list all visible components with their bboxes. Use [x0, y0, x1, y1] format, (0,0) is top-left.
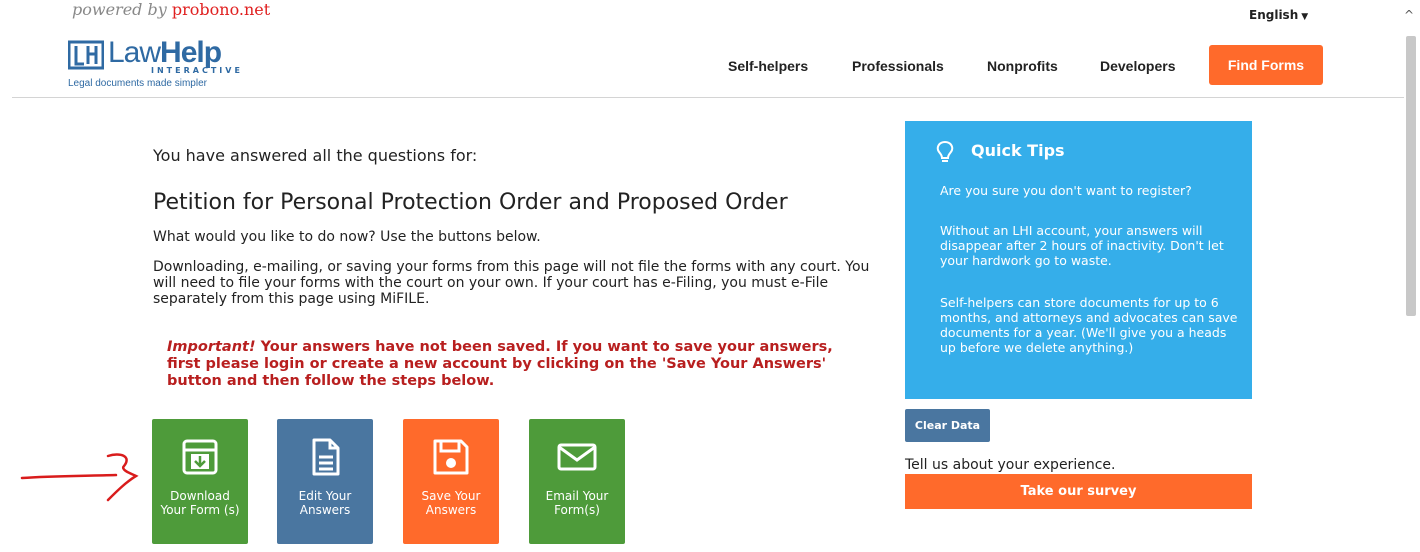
email-forms-label: Email Your Form(s) — [545, 489, 609, 517]
important-warning: Important! Your answers have not been sa… — [167, 339, 857, 390]
disclaimer-text: Downloading, e-mailing, or saving your f… — [153, 259, 870, 307]
logo-law: Law — [108, 36, 161, 69]
download-form-button[interactable]: Download Your Form (s) — [152, 419, 248, 544]
scrollbar-thumb[interactable] — [1406, 36, 1416, 316]
important-label: Important! — [167, 339, 256, 355]
red-arrow-annotation — [20, 453, 139, 502]
tip-register: Are you sure you don't want to register? — [940, 183, 1192, 198]
logo-mark-icon — [68, 40, 104, 70]
nav-professionals[interactable]: Professionals — [852, 58, 944, 74]
logo-tagline: Legal documents made simpler — [68, 78, 207, 89]
save-icon — [433, 439, 469, 475]
logo-subtitle: INTERACTIVE — [151, 66, 243, 75]
caret-down-icon: ▼ — [1301, 12, 1309, 22]
form-title: Petition for Personal Protection Order a… — [153, 190, 788, 215]
top-bar: powered by probono.net English ▼ ^ — [0, 0, 1420, 34]
language-selector[interactable]: English ▼ — [1249, 8, 1308, 22]
logo-help: Help — [160, 36, 222, 69]
edit-answers-label: Edit Your Answers — [298, 489, 352, 517]
tip-storage: Self-helpers can store documents for up … — [940, 295, 1238, 355]
save-answers-label: Save Your Answers — [421, 489, 481, 517]
quick-tips-panel: Quick Tips Are you sure you don't want t… — [905, 121, 1252, 399]
nav-self-helpers[interactable]: Self-helpers — [728, 58, 808, 74]
powered-by-prefix: powered by — [72, 0, 172, 19]
email-forms-button[interactable]: Email Your Form(s) — [529, 419, 625, 544]
lightbulb-icon — [936, 140, 954, 162]
clear-data-button[interactable]: Clear Data — [905, 409, 990, 442]
tip-inactivity: Without an LHI account, your answers wil… — [940, 223, 1224, 268]
powered-by: powered by probono.net — [72, 0, 270, 19]
answered-heading: You have answered all the questions for: — [153, 146, 478, 165]
quick-tips-title: Quick Tips — [971, 141, 1065, 160]
document-icon — [312, 438, 340, 476]
important-text: Your answers have not been saved. If you… — [167, 339, 833, 389]
experience-text: Tell us about your experience. — [905, 457, 1116, 473]
logo-wordmark: LawHelp — [108, 36, 222, 70]
instructions-text: What would you like to do now? Use the b… — [153, 229, 541, 245]
language-label: English — [1249, 8, 1299, 22]
find-forms-button[interactable]: Find Forms — [1209, 45, 1323, 85]
download-form-label: Download Your Form (s) — [160, 489, 240, 517]
site-header: LawHelp INTERACTIVE Legal documents made… — [12, 34, 1404, 98]
probono-link[interactable]: probono.net — [172, 0, 270, 19]
save-answers-button[interactable]: Save Your Answers — [403, 419, 499, 544]
envelope-icon — [557, 443, 597, 471]
download-icon — [182, 439, 218, 475]
take-survey-button[interactable]: Take our survey — [905, 474, 1252, 509]
edit-answers-button[interactable]: Edit Your Answers — [277, 419, 373, 544]
nav-nonprofits[interactable]: Nonprofits — [987, 58, 1058, 74]
scroll-up-icon[interactable]: ^ — [1404, 8, 1414, 22]
lawhelp-logo[interactable]: LawHelp INTERACTIVE Legal documents made… — [68, 36, 248, 92]
nav-developers[interactable]: Developers — [1100, 58, 1175, 74]
